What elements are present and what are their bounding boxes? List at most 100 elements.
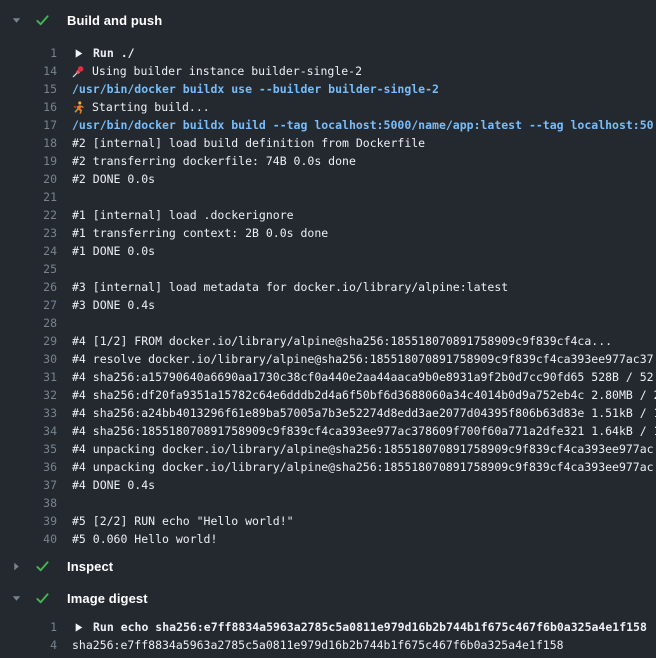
line-number[interactable]: 30	[0, 352, 57, 366]
line-number[interactable]: 4	[0, 638, 57, 652]
line-number[interactable]: 39	[0, 514, 57, 528]
log-line-text: #5 [2/2] RUN echo "Hello world!"	[72, 514, 294, 528]
workflow-log: Build and push1Run ./14Using builder ins…	[0, 0, 656, 654]
log-line: 26 #3 [internal] load metadata for docker…	[0, 278, 656, 296]
log-line: 39 #5 [2/2] RUN echo "Hello world!"	[0, 512, 656, 530]
log-line: 1 Run ./	[0, 44, 656, 62]
log-line: 24 #1 DONE 0.0s	[0, 242, 656, 260]
line-number[interactable]: 1	[0, 46, 57, 60]
log-line: 28	[0, 314, 656, 332]
success-check-icon	[35, 559, 50, 574]
chevron-right-icon	[10, 560, 22, 572]
log-line: 40 #5 0.060 Hello world!	[0, 530, 656, 548]
line-number[interactable]: 37	[0, 478, 57, 492]
line-number[interactable]: 18	[0, 136, 57, 150]
log-line: 29 #4 [1/2] FROM docker.io/library/alpine…	[0, 332, 656, 350]
line-number[interactable]: 40	[0, 532, 57, 546]
log-line: 33 #4 sha256:a24bb4013296f61e89ba57005a7b…	[0, 404, 656, 422]
log-line-text: Run echo sha256:e7ff8834a5963a2785c5a081…	[93, 620, 647, 634]
line-number[interactable]: 14	[0, 64, 57, 78]
line-number[interactable]: 25	[0, 262, 57, 276]
section-header-image-digest[interactable]: Image digest	[0, 586, 656, 610]
log-line-text: #2 DONE 0.0s	[72, 172, 155, 186]
log-line-text: Run ./	[93, 46, 135, 60]
log-line-text: #3 DONE 0.4s	[72, 298, 155, 312]
log-line: 23 #1 transferring context: 2B 0.0s done	[0, 224, 656, 242]
log-line-text: /usr/bin/docker buildx build --tag local…	[72, 118, 654, 132]
line-number[interactable]: 27	[0, 298, 57, 312]
log-line-text: Using builder instance builder-single-2	[92, 64, 362, 78]
log-line: 20 #2 DONE 0.0s	[0, 170, 656, 188]
play-icon	[72, 47, 85, 60]
log-line: 31 #4 sha256:a15790640a6690aa1730c38cf0a4…	[0, 368, 656, 386]
line-number[interactable]: 17	[0, 118, 57, 132]
log-line-text: #3 [internal] load metadata for docker.i…	[72, 280, 508, 294]
log-line: 27 #3 DONE 0.4s	[0, 296, 656, 314]
line-number[interactable]: 28	[0, 316, 57, 330]
log-line-text: #2 transferring dockerfile: 74B 0.0s don…	[72, 154, 356, 168]
log-line: 35 #4 unpacking docker.io/library/alpine@…	[0, 440, 656, 458]
log-line: 25	[0, 260, 656, 278]
log-line-text: #4 [1/2] FROM docker.io/library/alpine@s…	[72, 334, 612, 348]
log-line: 32 #4 sha256:df20fa9351a15782c64e6dddb2d4…	[0, 386, 656, 404]
line-number[interactable]: 23	[0, 226, 57, 240]
log-line: 38	[0, 494, 656, 512]
line-number[interactable]: 19	[0, 154, 57, 168]
log-line-text: #1 transferring context: 2B 0.0s done	[72, 226, 328, 240]
line-number[interactable]: 36	[0, 460, 57, 474]
section-title: Image digest	[67, 591, 148, 606]
line-number[interactable]: 29	[0, 334, 57, 348]
log-line: 1 Run echo sha256:e7ff8834a5963a2785c5a08…	[0, 618, 656, 636]
section-header-build-and-push[interactable]: Build and push	[0, 8, 656, 32]
log-line: 17/usr/bin/docker buildx build --tag loc…	[0, 116, 656, 134]
line-number[interactable]: 22	[0, 208, 57, 222]
log-line: 37#4 DONE 0.4s	[0, 476, 656, 494]
success-check-icon	[35, 13, 50, 28]
log-line: 16 Starting build...	[0, 98, 656, 116]
log-line: 30 #4 resolve docker.io/library/alpine@sh…	[0, 350, 656, 368]
log-line-text: sha256:e7ff8834a5963a2785c5a0811e979d16b…	[72, 638, 564, 652]
line-number[interactable]: 35	[0, 442, 57, 456]
runner-icon	[72, 101, 85, 114]
line-number[interactable]: 31	[0, 370, 57, 384]
line-number[interactable]: 21	[0, 190, 57, 204]
log-line: 36 #4 unpacking docker.io/library/alpine@…	[0, 458, 656, 476]
section-title: Inspect	[67, 559, 113, 574]
log-line: 15/usr/bin/docker buildx use --builder b…	[0, 80, 656, 98]
line-number[interactable]: 15	[0, 82, 57, 96]
section-title: Build and push	[67, 13, 162, 28]
log-line: 21	[0, 188, 656, 206]
section-header-inspect[interactable]: Inspect	[0, 554, 656, 578]
log-line-text: Starting build...	[92, 100, 210, 114]
line-number[interactable]: 38	[0, 496, 57, 510]
chevron-down-icon	[10, 592, 22, 604]
line-number[interactable]: 34	[0, 424, 57, 438]
log-block-image-digest: 1 Run echo sha256:e7ff8834a5963a2785c5a08…	[0, 618, 656, 654]
log-line: 18 #2 [internal] load build definition fr…	[0, 134, 656, 152]
success-check-icon	[35, 591, 50, 606]
line-number[interactable]: 16	[0, 100, 57, 114]
log-line: 4 sha256:e7ff8834a5963a2785c5a0811e979d16…	[0, 636, 656, 654]
log-line-text: #2 [internal] load build definition from…	[72, 136, 425, 150]
log-line-text: #4 unpacking docker.io/library/alpine@sh…	[72, 460, 654, 474]
log-line: 19 #2 transferring dockerfile: 74B 0.0s d…	[0, 152, 656, 170]
line-number[interactable]: 20	[0, 172, 57, 186]
log-line: 22#1 [internal] load .dockerignore	[0, 206, 656, 224]
line-number[interactable]: 24	[0, 244, 57, 258]
log-line-text: #4 sha256:a24bb4013296f61e89ba57005a7b3e…	[72, 406, 656, 420]
pushpin-icon	[72, 65, 85, 78]
line-number[interactable]: 26	[0, 280, 57, 294]
log-line-text: #4 sha256:a15790640a6690aa1730c38cf0a440…	[72, 370, 654, 384]
line-number[interactable]: 33	[0, 406, 57, 420]
log-line-text: #4 resolve docker.io/library/alpine@sha2…	[72, 352, 654, 366]
log-line-text: #4 sha256:df20fa9351a15782c64e6dddb2d4a6…	[72, 388, 656, 402]
chevron-down-icon	[10, 14, 22, 26]
log-line-text: /usr/bin/docker buildx use --builder bui…	[72, 82, 439, 96]
log-line: 14 Using builder instance builder-single-…	[0, 62, 656, 80]
log-line-text: #1 DONE 0.0s	[72, 244, 155, 258]
log-line: 34#4 sha256:185518070891758909c9f839cf4c…	[0, 422, 656, 440]
line-number[interactable]: 1	[0, 620, 57, 634]
log-line-text: #5 0.060 Hello world!	[72, 532, 217, 546]
log-line-text: #4 unpacking docker.io/library/alpine@sh…	[72, 442, 654, 456]
line-number[interactable]: 32	[0, 388, 57, 402]
